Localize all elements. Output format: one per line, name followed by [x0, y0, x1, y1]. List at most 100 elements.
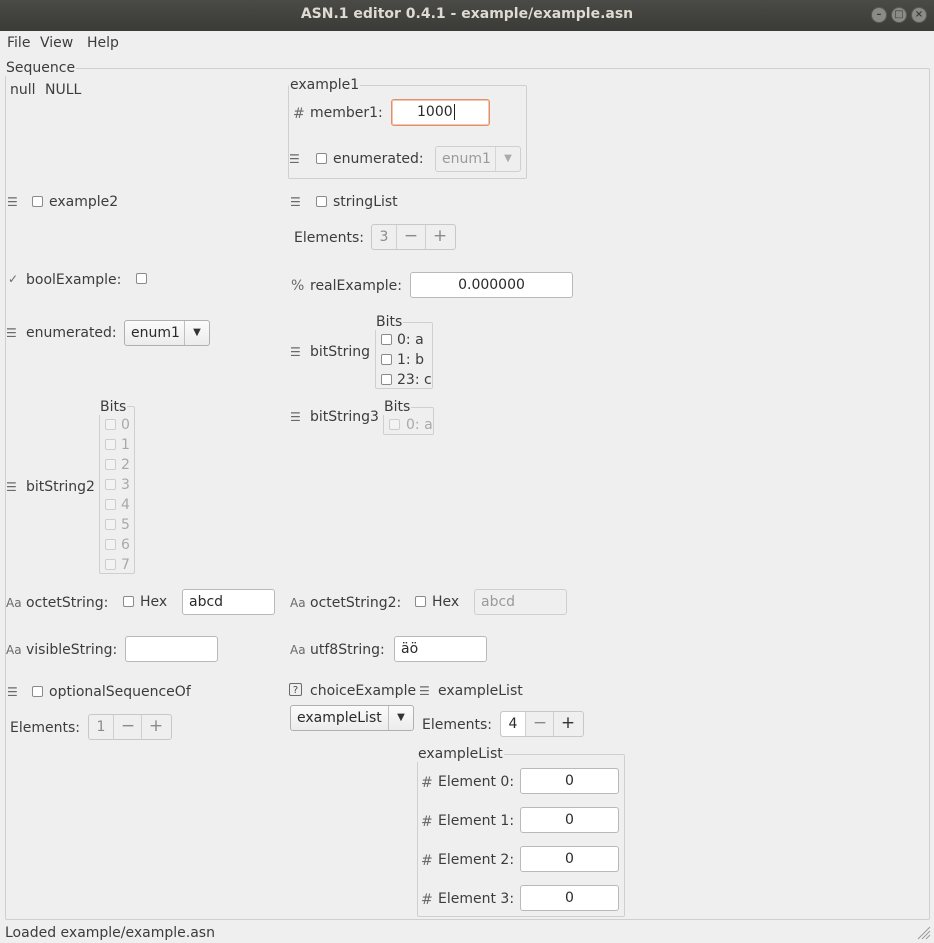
number-icon: # [421, 775, 433, 791]
choiceexample-label: choiceExample [310, 683, 417, 699]
octetstring2-input[interactable]: abcd [474, 589, 567, 615]
example1-enumerated-combo[interactable]: enum1 ▼ [435, 146, 521, 172]
member1-input[interactable]: 1000 [391, 99, 490, 126]
enumerated-optional-checkbox[interactable] [316, 153, 327, 164]
bit-label: 1: b [397, 352, 424, 368]
optionalsequenceof-plus-button[interactable]: + [141, 715, 170, 739]
optionalsequenceof-elements-spinner[interactable]: 1 − + [88, 714, 172, 740]
choiceexample-value: exampleList [297, 710, 382, 726]
choiceexample-combo[interactable]: exampleList ▼ [290, 705, 414, 731]
bitstring2-icon: ☰ [6, 480, 17, 494]
element-input[interactable]: 0 [520, 885, 619, 911]
bit-checkbox[interactable] [105, 459, 116, 470]
null-label: null [10, 82, 36, 98]
chevron-down-icon: ▼ [184, 321, 209, 345]
boolexample-checkbox[interactable] [136, 273, 147, 284]
bitstring-icon: ☰ [290, 345, 301, 359]
menu-help[interactable]: Help [87, 35, 119, 51]
enum-icon: ☰ [6, 326, 17, 340]
bit-checkbox[interactable] [105, 479, 116, 490]
close-button[interactable]: × [911, 7, 927, 23]
bit-checkbox[interactable] [381, 354, 392, 365]
bit-label: 7 [121, 557, 130, 573]
element-label: Element 2: [438, 852, 515, 868]
enumerated-combo[interactable]: enum1 ▼ [124, 320, 210, 346]
octetstring-input[interactable]: abcd [182, 589, 275, 615]
octetstring2-hex-label: Hex [432, 594, 460, 610]
optionalsequenceof-elements-label: Elements: [10, 720, 80, 736]
bit-checkbox[interactable] [105, 419, 116, 430]
sequence-title: Sequence [5, 60, 77, 76]
string-icon: Aa [290, 596, 306, 610]
bit-label: 4 [121, 497, 130, 513]
example1-enumerated-value: enum1 [442, 151, 491, 167]
optionalsequenceof-minus-button[interactable]: − [113, 715, 142, 739]
bit-label: 0: a [397, 332, 424, 348]
menu-view[interactable]: View [40, 35, 73, 51]
percent-icon: % [291, 278, 305, 294]
number-icon: # [421, 814, 433, 830]
examplelist-plus-button[interactable]: + [553, 712, 582, 736]
octetstring-label: octetString: [26, 595, 109, 611]
enumerated-value: enum1 [131, 325, 180, 341]
text-caret [453, 104, 455, 120]
status-bar: Loaded example/example.asn [5, 925, 215, 941]
visiblestring-input[interactable] [125, 636, 218, 662]
utf8string-input[interactable]: äö [394, 636, 487, 662]
chevron-down-icon: ▼ [495, 147, 520, 171]
resize-grip-icon[interactable] [915, 924, 931, 940]
window-title: ASN.1 editor 0.4.1 - example/example.asn [300, 6, 634, 22]
examplelist-count: 4 [501, 712, 525, 736]
octetstring2-label: octetString2: [310, 595, 402, 611]
bit-label: 1 [121, 437, 130, 453]
bitstring3-bits-title: Bits [383, 399, 412, 415]
bool-icon: ✓ [8, 272, 19, 286]
bitstring-bits-title: Bits [375, 314, 404, 330]
stringlist-minus-button[interactable]: − [396, 225, 425, 249]
bit-checkbox[interactable] [105, 539, 116, 550]
examplelist-elements-label: Elements: [422, 717, 492, 733]
stringlist-elements-spinner[interactable]: 3 − + [371, 224, 456, 250]
list-icon: ☰ [7, 685, 18, 699]
stringlist-elements-label: Elements: [294, 230, 364, 246]
examplelist-title: exampleList [417, 746, 504, 762]
realexample-input[interactable]: 0.000000 [410, 272, 573, 298]
bitstring3-icon: ☰ [290, 410, 301, 424]
bit-checkbox[interactable] [381, 374, 392, 385]
list-icon: ☰ [290, 195, 301, 209]
string-icon: Aa [6, 643, 22, 657]
octetstring-hex-checkbox[interactable] [123, 596, 134, 607]
bit-checkbox[interactable] [381, 334, 392, 345]
optionalsequenceof-checkbox[interactable] [32, 686, 43, 697]
element-input[interactable]: 0 [520, 846, 619, 872]
example2-label: example2 [49, 194, 119, 210]
octetstring2-hex-checkbox[interactable] [415, 596, 426, 607]
example2-checkbox[interactable] [32, 196, 43, 207]
bit-checkbox[interactable] [105, 519, 116, 530]
maximize-button[interactable]: □ [891, 7, 907, 23]
element-label: Element 1: [438, 813, 515, 829]
minimize-button[interactable]: – [871, 7, 887, 23]
example1-title: example1 [289, 77, 361, 93]
element-input[interactable]: 0 [520, 807, 619, 833]
number-icon: # [421, 853, 433, 869]
member1-label: member1: [310, 105, 383, 121]
examplelist-minus-button[interactable]: − [525, 712, 554, 736]
bitstring2-bits-title: Bits [99, 399, 128, 415]
bit-checkbox[interactable] [105, 439, 116, 450]
bit-checkbox[interactable] [389, 419, 400, 430]
bitstring-label: bitString [310, 344, 371, 360]
bit-label: 0 [121, 417, 130, 433]
enum-list-icon: ☰ [289, 152, 300, 166]
bit-checkbox[interactable] [105, 499, 116, 510]
examplelist-elements-spinner[interactable]: 4 − + [500, 711, 584, 737]
number-icon: # [293, 106, 305, 122]
stringlist-plus-button[interactable]: + [425, 225, 454, 249]
element-input[interactable]: 0 [520, 768, 619, 794]
menu-file[interactable]: File [7, 35, 30, 51]
bitstring2-label: bitString2 [26, 479, 95, 495]
examplelist-label: exampleList [438, 683, 523, 699]
stringlist-count: 3 [379, 229, 389, 245]
bit-checkbox[interactable] [105, 559, 116, 570]
stringlist-checkbox[interactable] [316, 196, 327, 207]
